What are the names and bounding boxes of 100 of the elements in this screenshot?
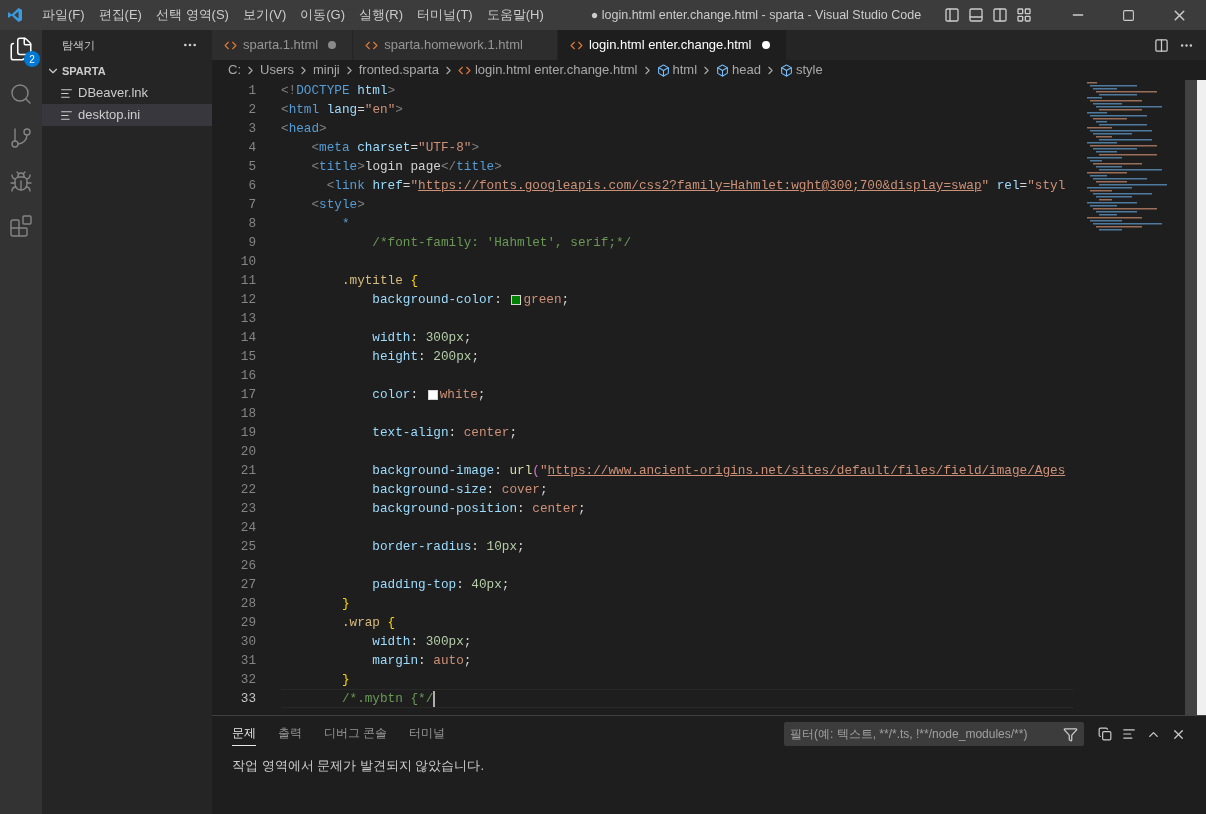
code-punctuation: >	[319, 120, 327, 138]
menu-item[interactable]: 터미널(T)	[410, 5, 480, 25]
code-link[interactable]: https://www.ancient-origins.net/sites/default/files/field/image/Ages	[547, 461, 1066, 481]
text-cursor	[433, 690, 436, 707]
line-number: 25	[239, 538, 256, 556]
file-name: desktop.ini	[78, 106, 141, 125]
file-item[interactable]: desktop.ini	[42, 104, 212, 126]
line-number: 32	[239, 671, 256, 689]
line-number: 29	[239, 614, 256, 632]
breadcrumb-item[interactable]: style	[796, 60, 823, 80]
breadcrumb-item[interactable]: login.html enter.change.html	[474, 60, 638, 80]
tab-label: sparta.1.html	[243, 36, 319, 55]
panel-tab[interactable]: 터미널	[409, 721, 446, 747]
panel-message: 작업 영역에서 문제가 발견되지 않았습니다.	[232, 757, 486, 775]
toggle-sidebar-icon[interactable]	[944, 7, 960, 23]
code-property: border-radius	[371, 538, 472, 556]
toggle-panel-icon[interactable]	[968, 7, 984, 23]
code-property: height	[371, 348, 419, 366]
code-text: :	[410, 329, 420, 347]
panel-tab[interactable]: 디버그 콘솔	[324, 721, 388, 747]
line-number: 8	[247, 215, 256, 233]
editor-tab[interactable]: sparta.homework.1.html	[353, 30, 558, 60]
menu-item[interactable]: 편집(E)	[91, 5, 149, 25]
code-brace: {	[386, 614, 396, 632]
code-property: background-color	[371, 291, 495, 309]
line-number: 23	[239, 500, 256, 518]
code-tag: *	[281, 214, 350, 234]
line-number: 5	[247, 158, 256, 176]
code-number: 10px	[486, 538, 518, 556]
code-string: "UTF-8"	[418, 139, 472, 157]
editor-tab[interactable]: login.html enter.change.html	[557, 30, 787, 60]
code-string: "	[539, 462, 548, 480]
code-brace: {	[409, 272, 419, 290]
folder-header[interactable]: SPARTA	[42, 60, 212, 82]
breadcrumb-item[interactable]: minji	[312, 60, 340, 80]
line-number: 21	[239, 462, 256, 480]
line-number: 30	[239, 633, 256, 651]
filter-field[interactable]: 필터(예: 텍스트, **/*.ts, !**/node_modules/**)	[784, 722, 1084, 746]
breadcrumb-item[interactable]: head	[732, 60, 761, 80]
sidebar-title: 탐색기	[62, 37, 95, 53]
code-link[interactable]: https://fonts.googleapis.com/css2?family=Hahmlet:wght@300;700&display=swap	[418, 176, 982, 196]
code-punctuation: >	[387, 82, 396, 100]
search-icon[interactable]	[9, 82, 33, 106]
breadcrumb-item[interactable]: C:	[228, 60, 241, 80]
code-value: white	[439, 386, 478, 404]
menu-item[interactable]: 파일(F)	[35, 5, 92, 25]
code-text: ;	[509, 424, 518, 442]
code-text: :	[517, 500, 526, 518]
menu-item[interactable]: 이동(G)	[293, 5, 353, 25]
extensions-icon[interactable]	[9, 214, 33, 238]
code-value: auto	[433, 652, 464, 670]
code-text: ;	[477, 386, 486, 404]
line-number: 2	[247, 101, 256, 119]
code-brace: }	[340, 671, 350, 689]
code-text: :	[494, 291, 503, 309]
bug-icon[interactable]	[9, 170, 33, 194]
editor-tab[interactable]: sparta.1.html	[212, 30, 354, 60]
code-punctuation: <	[325, 177, 335, 195]
code-punctuation: >	[471, 139, 479, 157]
tab-label: sparta.homework.1.html	[384, 36, 523, 55]
collapse-all-icon[interactable]	[1098, 727, 1112, 741]
line-number: 4	[247, 139, 256, 157]
menu-item[interactable]: 실행(R)	[352, 5, 411, 25]
code-paren: (	[532, 462, 540, 480]
split-editor-icon[interactable]	[1154, 37, 1169, 53]
filter-icon[interactable]	[1063, 726, 1078, 742]
cube-icon	[716, 63, 730, 77]
code-text: :	[494, 462, 503, 480]
breadcrumb-item[interactable]: html	[672, 60, 698, 80]
color-swatch[interactable]	[511, 294, 522, 305]
line-number: 16	[239, 367, 256, 385]
branch-icon[interactable]	[9, 126, 33, 150]
scrollbar[interactable]	[1185, 80, 1197, 715]
code-brace: }	[340, 595, 350, 613]
line-number: 7	[247, 196, 256, 214]
layout-icon[interactable]	[1016, 7, 1032, 23]
code-tag: meta	[319, 138, 350, 158]
code-property: background-position	[371, 500, 518, 518]
menu-item[interactable]: 보기(V)	[235, 5, 294, 25]
code-property: margin	[371, 652, 419, 670]
code-text: =	[402, 177, 411, 195]
list-icon[interactable]	[1122, 727, 1136, 741]
code-tag: title	[456, 157, 495, 177]
code-attribute: html	[356, 82, 388, 100]
panel-tab[interactable]: 문제	[232, 721, 256, 747]
toggle-secondary-sidebar-icon[interactable]	[992, 7, 1008, 23]
code-value: center	[463, 424, 510, 442]
notification-badge: 2	[24, 51, 40, 67]
breadcrumb-item[interactable]: Users	[260, 60, 294, 80]
explorer-icon[interactable]	[8, 36, 34, 62]
file-item[interactable]: DBeaver.lnk	[42, 82, 212, 104]
code-text: :	[456, 576, 465, 594]
maximize-icon[interactable]	[1122, 8, 1135, 22]
breadcrumb-item[interactable]: fronted.sparta	[358, 60, 439, 80]
color-swatch[interactable]	[427, 389, 438, 400]
line-number: 10	[239, 253, 256, 271]
menu-item[interactable]: 선택 영역(S)	[148, 5, 236, 25]
menu-item[interactable]: 도움말(H)	[479, 5, 551, 25]
code-function: url	[509, 462, 533, 480]
panel-tab[interactable]: 출력	[278, 721, 302, 747]
